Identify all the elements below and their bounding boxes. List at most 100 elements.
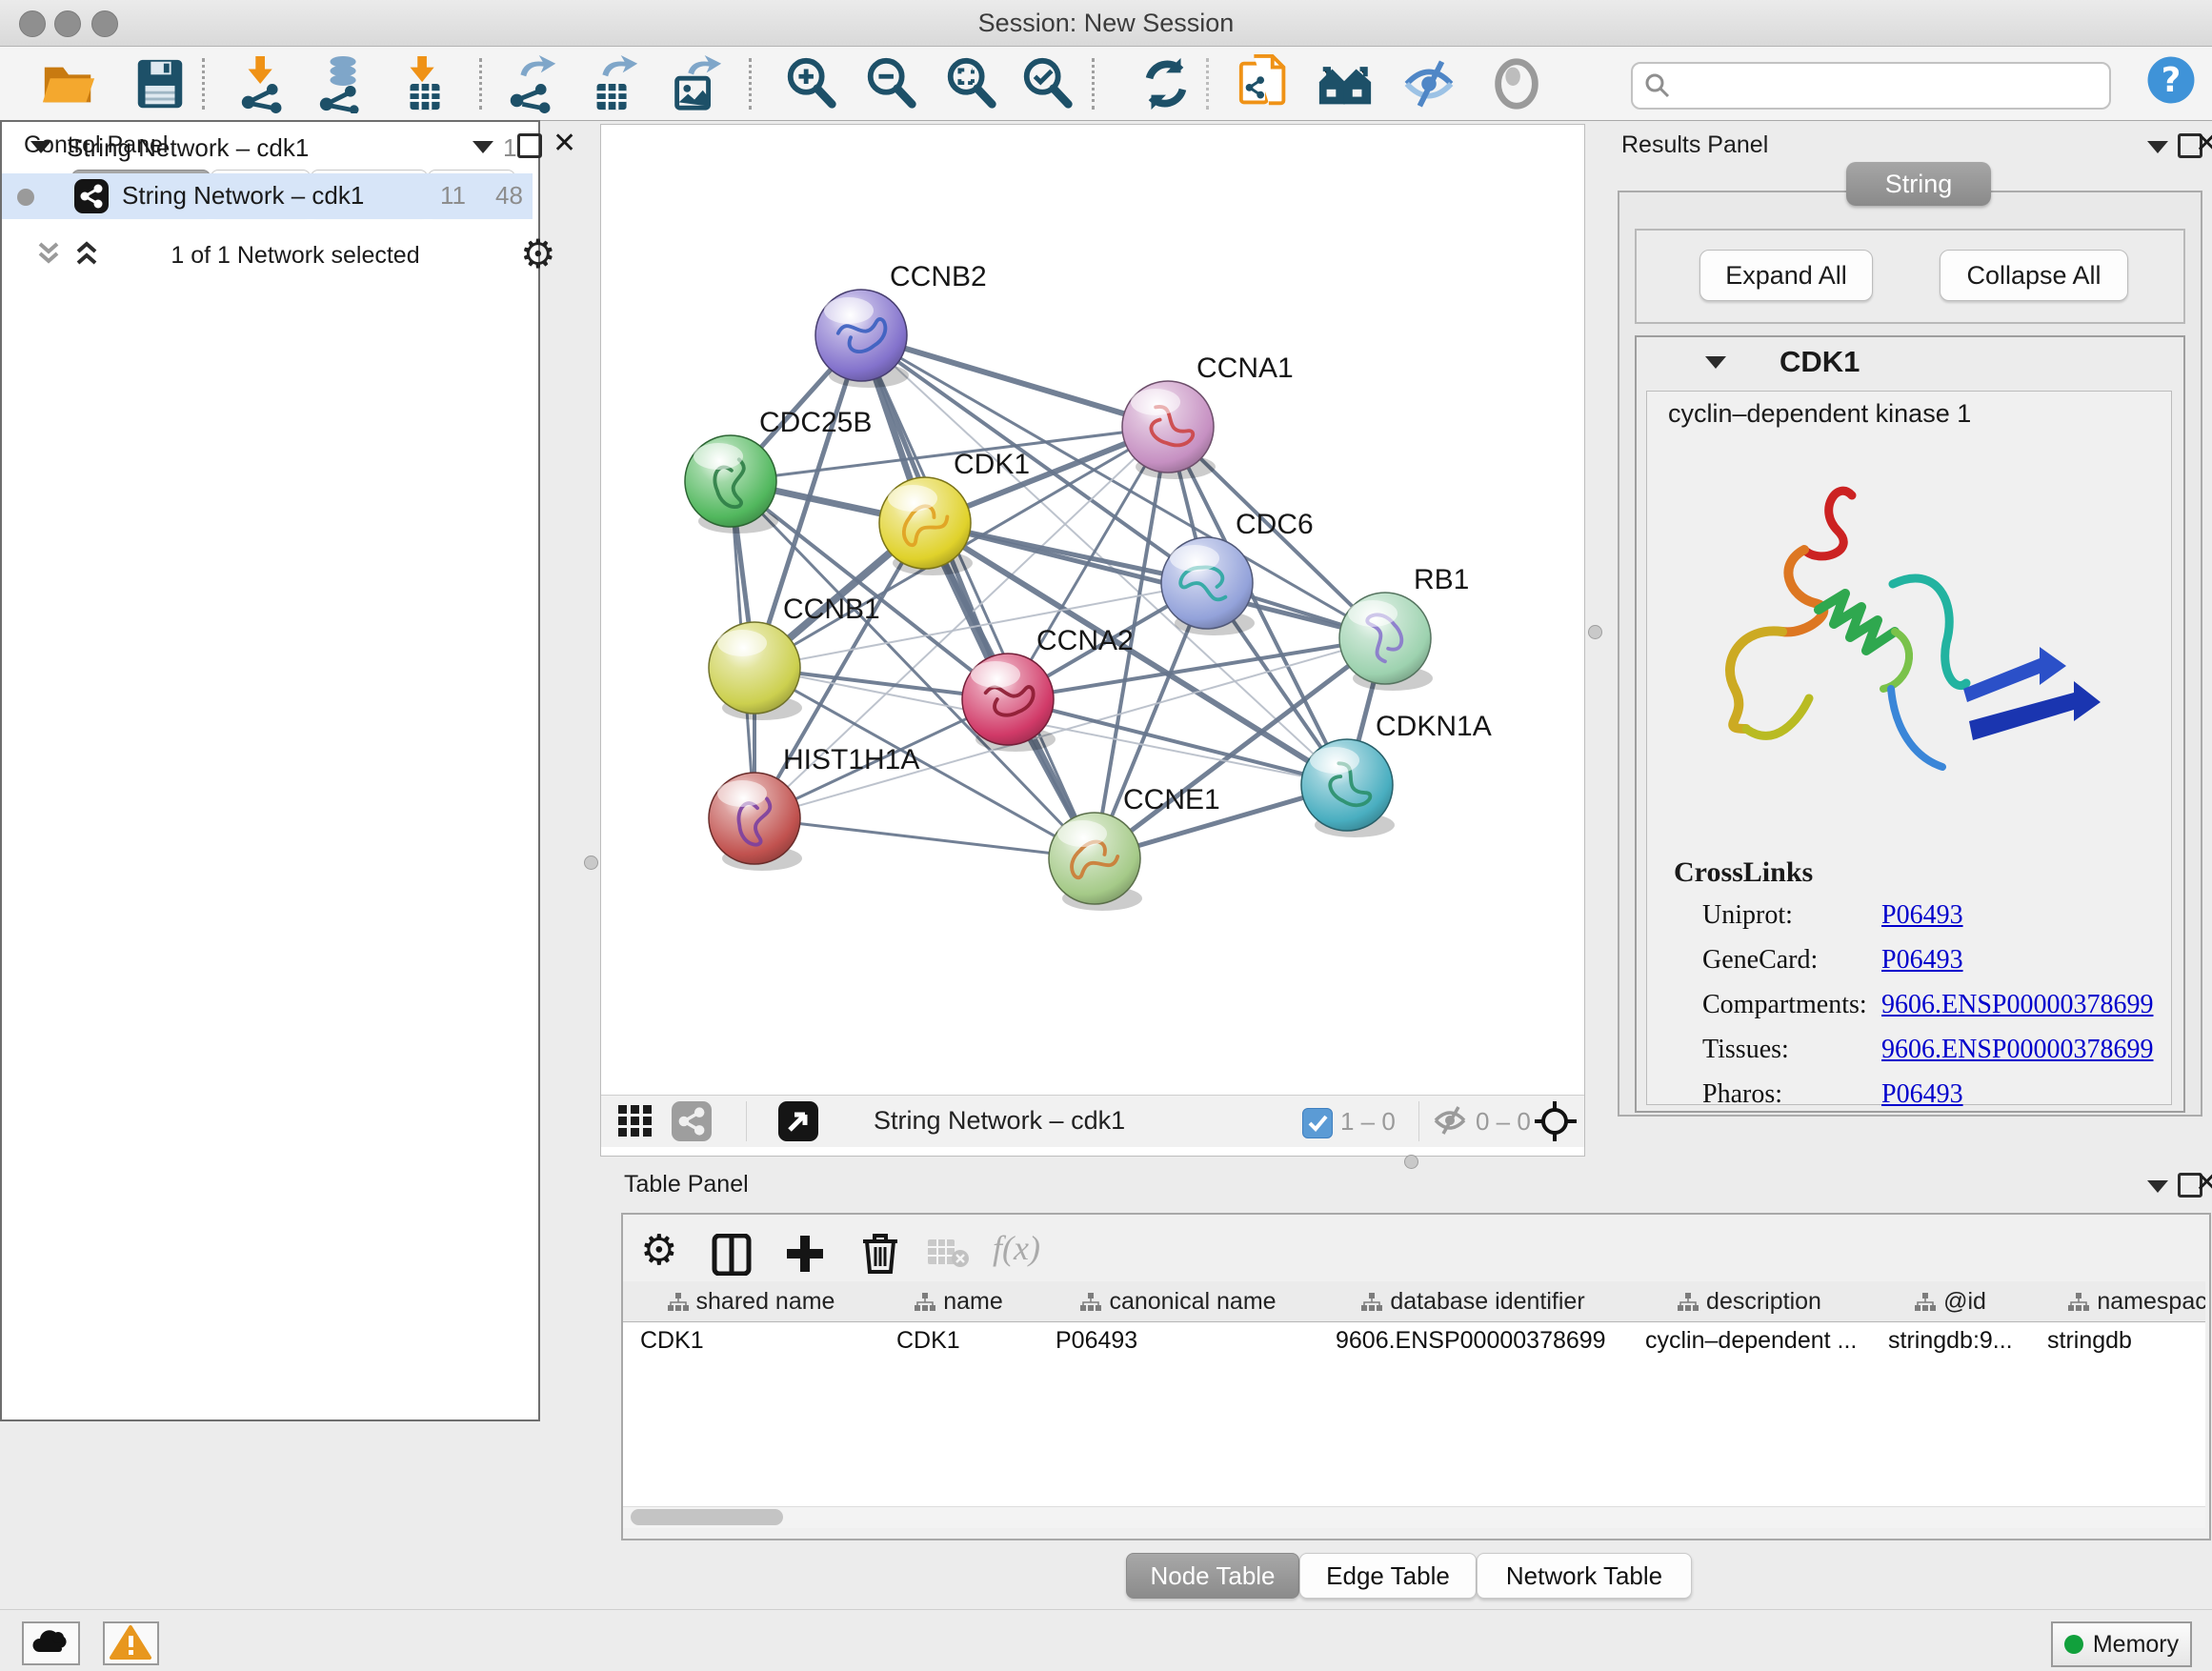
delete-column-icon[interactable]: [859, 1230, 901, 1280]
network-canvas[interactable]: CCNB2CCNA1CDC25BCDK1CDC6RB1CCNB1CCNA2CDK…: [600, 124, 1585, 1157]
help-icon[interactable]: ?: [2145, 54, 2197, 106]
column-header-database-identifier[interactable]: database identifier: [1318, 1281, 1629, 1322]
crosslink-link[interactable]: 9606.ENSP00000378699: [1881, 990, 2153, 1020]
search-input[interactable]: [1631, 62, 2111, 110]
protein-structure-image: [1666, 443, 2152, 853]
network-node-label: CCNA1: [1196, 352, 1294, 384]
splitter-handle[interactable]: [1404, 1155, 1418, 1169]
birds-eye-view-icon[interactable]: [1533, 1099, 1577, 1148]
panel-close-icon[interactable]: ✕: [2195, 1173, 2212, 1194]
network-node-RB1[interactable]: RB1: [1339, 564, 1469, 691]
open-session-icon[interactable]: [38, 54, 99, 113]
network-graph[interactable]: CCNB2CCNA1CDC25BCDK1CDC6RB1CCNB1CCNA2CDK…: [601, 125, 1584, 1095]
panel-menu-icon[interactable]: [2147, 1180, 2168, 1193]
network-node-CCNB1[interactable]: CCNB1: [709, 594, 880, 720]
scrollbar-thumb[interactable]: [631, 1509, 783, 1525]
table-cell[interactable]: CDK1: [623, 1321, 879, 1359]
hidden-node-edge-counts: 0 – 0: [1476, 1107, 1531, 1137]
network-node-CDK1[interactable]: CDK1: [879, 449, 1030, 575]
node-table-grid[interactable]: shared namenamecanonical namedatabase id…: [623, 1281, 2205, 1506]
network-row-selected[interactable]: String Network – cdk1 11 48: [2, 173, 533, 219]
memory-button[interactable]: Memory: [2051, 1621, 2192, 1667]
column-header-name[interactable]: name: [879, 1281, 1039, 1322]
tab-node-table[interactable]: Node Table: [1126, 1553, 1299, 1599]
add-column-icon[interactable]: [783, 1232, 827, 1280]
network-node-CCNB2[interactable]: CCNB2: [815, 261, 987, 388]
column-header-namespace[interactable]: namespace: [2030, 1281, 2205, 1322]
column-header-canonical-name[interactable]: canonical name: [1038, 1281, 1319, 1322]
table-horizontal-scrollbar[interactable]: [623, 1506, 2205, 1528]
expand-all-button[interactable]: Expand All: [1699, 250, 1873, 301]
splitter-handle[interactable]: [584, 856, 598, 870]
refresh-icon[interactable]: [1136, 54, 1196, 113]
crosslink-label: GeneCard:: [1702, 945, 1818, 976]
crosslink-link[interactable]: P06493: [1881, 900, 1963, 931]
zoom-in-icon[interactable]: [781, 54, 842, 113]
tab-string-results[interactable]: String: [1846, 162, 1991, 206]
string-protein-query-icon[interactable]: [1235, 54, 1296, 113]
crosslink-link[interactable]: P06493: [1881, 1079, 1963, 1110]
string-home-icon[interactable]: [1315, 54, 1376, 113]
column-header--id[interactable]: @id: [1871, 1281, 2031, 1322]
network-node-label: RB1: [1414, 564, 1469, 595]
show-graphics-icon[interactable]: [1486, 54, 1547, 113]
table-cell[interactable]: 9606.ENSP00000378699: [1318, 1321, 1628, 1359]
zoom-out-icon[interactable]: [861, 54, 922, 113]
table-cell[interactable]: stringdb: [2030, 1321, 2205, 1359]
export-network-icon[interactable]: [503, 54, 564, 113]
crosslink-label: Pharos:: [1702, 1079, 1782, 1110]
network-edge[interactable]: [861, 335, 1095, 858]
crosslink-link[interactable]: P06493: [1881, 945, 1963, 976]
warnings-button[interactable]: [103, 1621, 159, 1665]
tab-network-table[interactable]: Network Table: [1477, 1553, 1692, 1599]
export-table-icon[interactable]: [583, 54, 644, 113]
hidden-eye-icon[interactable]: [1432, 1105, 1468, 1140]
show-columns-icon[interactable]: [711, 1234, 753, 1280]
import-network-file-icon[interactable]: [234, 54, 295, 113]
import-network-database-icon[interactable]: [314, 54, 375, 113]
crosslink-link[interactable]: 9606.ENSP00000378699: [1881, 1035, 2153, 1065]
column-header-shared-name[interactable]: shared name: [623, 1281, 880, 1322]
selected-checkbox-icon[interactable]: [1302, 1108, 1333, 1138]
network-node-CCNA1[interactable]: CCNA1: [1122, 352, 1294, 479]
hide-unhide-icon[interactable]: [1398, 54, 1459, 113]
grid-view-icon[interactable]: [618, 1105, 653, 1142]
table-cell[interactable]: P06493: [1038, 1321, 1318, 1359]
splitter-handle[interactable]: [1588, 625, 1602, 639]
network-node-CDKN1A[interactable]: CDKN1A: [1301, 711, 1492, 837]
panel-close-icon[interactable]: ✕: [553, 133, 576, 154]
network-collection-count: 1: [503, 133, 516, 163]
network-node-HIST1H1A[interactable]: HIST1H1A: [709, 744, 919, 871]
network-view-toolbar: String Network – cdk1 1 – 0 0 – 0: [601, 1095, 1584, 1147]
zoom-selected-icon[interactable]: [1017, 54, 1078, 113]
network-node-CDC25B[interactable]: CDC25B: [685, 407, 872, 534]
card-collapse-icon[interactable]: [1705, 356, 1726, 369]
table-options-gear-icon[interactable]: ⚙: [640, 1226, 677, 1275]
table-cell[interactable]: stringdb:9...: [1871, 1321, 2030, 1359]
zoom-fit-icon[interactable]: [941, 54, 1002, 113]
tab-edge-table[interactable]: Edge Table: [1299, 1553, 1477, 1599]
network-edge[interactable]: [754, 818, 1095, 858]
panel-close-icon[interactable]: ✕: [2195, 133, 2212, 154]
collapse-all-button[interactable]: Collapse All: [1940, 250, 2128, 301]
import-table-icon[interactable]: [394, 54, 455, 113]
crosslinks-title: CrossLinks: [1674, 856, 1813, 889]
detach-view-icon[interactable]: [778, 1101, 818, 1141]
cloud-status-button[interactable]: [22, 1621, 80, 1665]
network-view-string-icon[interactable]: [672, 1101, 712, 1141]
network-node-CCNE1[interactable]: CCNE1: [1049, 784, 1220, 911]
panel-menu-icon[interactable]: [2147, 141, 2168, 153]
toolbar-separator: [1092, 58, 1095, 110]
column-header-description[interactable]: description: [1628, 1281, 1872, 1322]
save-session-icon[interactable]: [130, 54, 191, 113]
tree-expand-icon[interactable]: [30, 141, 51, 153]
table-cell[interactable]: CDK1: [879, 1321, 1038, 1359]
toolbar-separator: [746, 1101, 747, 1141]
network-edge[interactable]: [861, 335, 1168, 427]
title-bar: Session: New Session: [0, 0, 2212, 47]
table-cell[interactable]: cyclin–dependent ...: [1628, 1321, 1871, 1359]
network-collection-row[interactable]: String Network – cdk1 1: [0, 126, 531, 168]
network-edge[interactable]: [925, 523, 1385, 638]
export-image-icon[interactable]: [665, 54, 726, 113]
network-options-gear-icon[interactable]: ⚙: [520, 231, 556, 277]
